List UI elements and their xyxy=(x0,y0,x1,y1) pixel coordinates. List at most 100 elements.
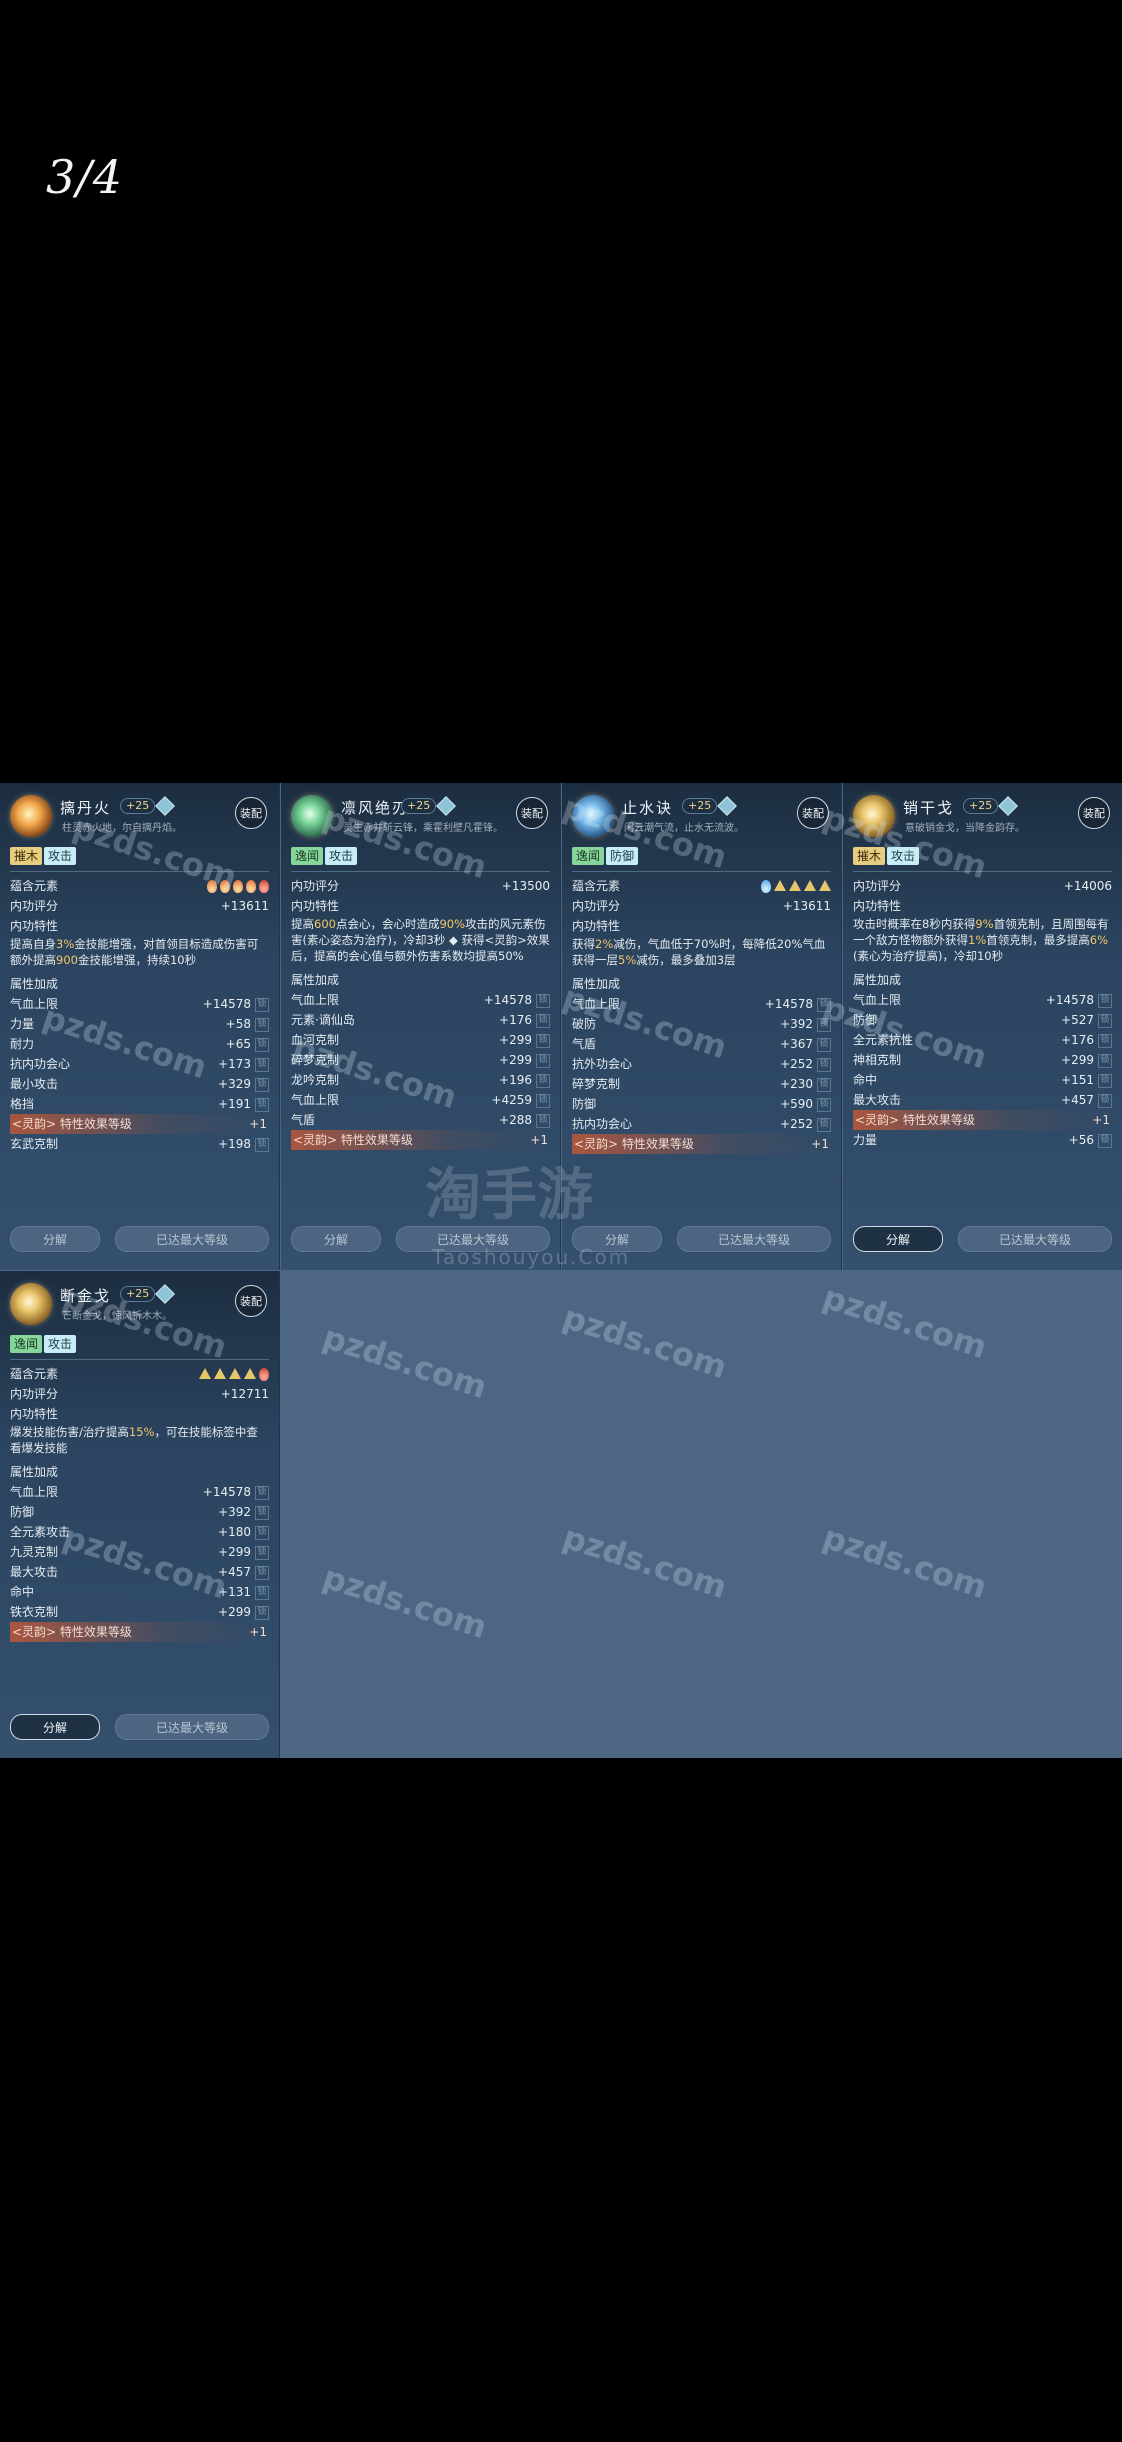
attr-value: +230 锁 xyxy=(780,1074,831,1094)
lock-icon[interactable]: 锁 xyxy=(817,1097,831,1112)
lock-icon[interactable]: 锁 xyxy=(536,1073,550,1088)
lock-icon[interactable]: 锁 xyxy=(255,1505,269,1520)
attr-name: 九灵克制 xyxy=(10,1545,59,1559)
disassemble-button[interactable]: 分解 xyxy=(291,1226,381,1252)
lock-icon[interactable]: 锁 xyxy=(1098,1093,1112,1108)
equip-button[interactable]: 装配 xyxy=(235,797,267,829)
max-level-button[interactable]: 已达最大等级 xyxy=(677,1226,831,1252)
skill-description: 芒断金戈，惊风折木木。 xyxy=(62,1311,172,1322)
attr-row: 血河克制 +299 锁 xyxy=(291,1030,550,1050)
lock-icon[interactable]: 锁 xyxy=(1098,1053,1112,1068)
equip-button[interactable]: 装配 xyxy=(1078,797,1110,829)
attr-row: 格挡 +191 锁 xyxy=(10,1094,269,1114)
lock-icon[interactable]: 锁 xyxy=(1098,1033,1112,1048)
lock-icon[interactable]: 锁 xyxy=(1098,1133,1112,1148)
trait-segment: 减伤，最多叠加3层 xyxy=(636,953,736,967)
level-badge: +25 xyxy=(120,1286,156,1302)
score-label: 内功评分 xyxy=(10,1387,59,1401)
attr-row: 气盾 +367 锁 xyxy=(572,1034,831,1054)
watermark-text: pzds.com xyxy=(558,1297,732,1387)
lock-icon[interactable]: 锁 xyxy=(255,997,269,1012)
gem-icon xyxy=(155,1284,175,1304)
attr-row: 耐力 +65 锁 xyxy=(10,1034,269,1054)
disassemble-button[interactable]: 分解 xyxy=(853,1226,943,1252)
attr-value: +65 锁 xyxy=(226,1034,269,1054)
tag-row: 逸闻 攻击 xyxy=(291,845,550,867)
score-row: 内功评分 +14006 xyxy=(853,876,1112,896)
lock-icon[interactable]: 锁 xyxy=(255,1077,269,1092)
lock-icon[interactable]: 锁 xyxy=(1098,993,1112,1008)
attr-value: +590 锁 xyxy=(780,1094,831,1114)
lock-icon[interactable]: 锁 xyxy=(255,1545,269,1560)
lock-icon[interactable]: 锁 xyxy=(255,1485,269,1500)
disassemble-button[interactable]: 分解 xyxy=(10,1226,100,1252)
lock-icon[interactable]: 锁 xyxy=(1098,1073,1112,1088)
lock-icon[interactable]: 锁 xyxy=(817,997,831,1012)
gold-element-icon xyxy=(229,1367,241,1379)
lock-icon[interactable]: 锁 xyxy=(536,1033,550,1048)
lock-icon[interactable]: 锁 xyxy=(255,1037,269,1052)
attr-name: 玄武克制 xyxy=(10,1137,59,1151)
lock-icon[interactable]: 锁 xyxy=(817,1017,831,1032)
wind-icon xyxy=(291,795,333,837)
lock-icon[interactable]: 锁 xyxy=(536,1113,550,1128)
divider xyxy=(291,871,550,872)
attr-value: +176 锁 xyxy=(499,1010,550,1030)
attr-title: 属性加成 xyxy=(10,1465,59,1479)
gold-icon xyxy=(853,795,895,837)
disassemble-button[interactable]: 分解 xyxy=(10,1714,100,1740)
watermark-sub: Taoshouyou.Com xyxy=(432,1245,631,1269)
equip-button[interactable]: 装配 xyxy=(797,797,829,829)
tag: 摧木 xyxy=(10,847,43,865)
lock-icon[interactable]: 锁 xyxy=(817,1037,831,1052)
attr-row: 命中 +131 锁 xyxy=(10,1582,269,1602)
max-level-button[interactable]: 已达最大等级 xyxy=(958,1226,1112,1252)
element-label: 蕴含元素 xyxy=(10,1367,59,1381)
lock-icon[interactable]: 锁 xyxy=(817,1057,831,1072)
lock-icon[interactable]: 锁 xyxy=(255,1525,269,1540)
attr-value: +367 锁 xyxy=(780,1034,831,1054)
lock-icon[interactable]: 锁 xyxy=(1098,1013,1112,1028)
attr-name: 铁衣克制 xyxy=(10,1605,59,1619)
lock-icon[interactable]: 锁 xyxy=(817,1077,831,1092)
equip-button[interactable]: 装配 xyxy=(516,797,548,829)
skill-card: 止水诀 +25 闲云潮气流，止水无流波。 装配 逸闻 防御 蕴含元素 内功评分 +13611 内功… xyxy=(562,783,842,1270)
lock-icon[interactable]: 锁 xyxy=(255,1565,269,1580)
attr-name: 气盾 xyxy=(291,1113,316,1127)
tag: 攻击 xyxy=(44,847,77,865)
attr-row: 气血上限 +14578 锁 xyxy=(10,1482,269,1502)
attr-name: 防御 xyxy=(572,1097,597,1111)
score-row: 内功评分 +13611 xyxy=(572,896,831,916)
attr-row: 元素·谪仙岛 +176 锁 xyxy=(291,1010,550,1030)
lock-icon[interactable]: 锁 xyxy=(536,1093,550,1108)
lock-icon[interactable]: 锁 xyxy=(255,1585,269,1600)
element-icons xyxy=(207,879,269,893)
spirit-row: <灵韵> 特性效果等级 +1 xyxy=(572,1134,831,1154)
watermark-text: pzds.com xyxy=(318,1317,492,1407)
lock-icon[interactable]: 锁 xyxy=(255,1017,269,1032)
max-level-button[interactable]: 已达最大等级 xyxy=(115,1226,269,1252)
lock-icon[interactable]: 锁 xyxy=(536,1013,550,1028)
attr-name: 最大攻击 xyxy=(853,1093,902,1107)
lock-icon[interactable]: 锁 xyxy=(255,1057,269,1072)
attr-row: 最大攻击 +457 锁 xyxy=(10,1562,269,1582)
lock-icon[interactable]: 锁 xyxy=(536,1053,550,1068)
attr-value: +14578 锁 xyxy=(203,1482,269,1502)
gem-icon xyxy=(155,796,175,816)
lock-icon[interactable]: 锁 xyxy=(255,1137,269,1152)
trait-highlight: 90% xyxy=(439,917,466,931)
equip-button[interactable]: 装配 xyxy=(235,1285,267,1317)
attr-row: 全元素抗性 +176 锁 xyxy=(853,1030,1112,1050)
lock-icon[interactable]: 锁 xyxy=(817,1117,831,1132)
attr-row: 碎梦克制 +299 锁 xyxy=(291,1050,550,1070)
watermark-text: pzds.com xyxy=(818,1277,992,1367)
attr-value: +392 锁 xyxy=(780,1014,831,1034)
attr-value: +4259 锁 xyxy=(491,1090,550,1110)
score-value: +13500 xyxy=(501,879,550,893)
attr-value: +198 锁 xyxy=(218,1134,269,1154)
attr-name: 碎梦克制 xyxy=(572,1077,621,1091)
lock-icon[interactable]: 锁 xyxy=(255,1097,269,1112)
lock-icon[interactable]: 锁 xyxy=(536,993,550,1008)
lock-icon[interactable]: 锁 xyxy=(255,1605,269,1620)
max-level-button[interactable]: 已达最大等级 xyxy=(115,1714,269,1740)
